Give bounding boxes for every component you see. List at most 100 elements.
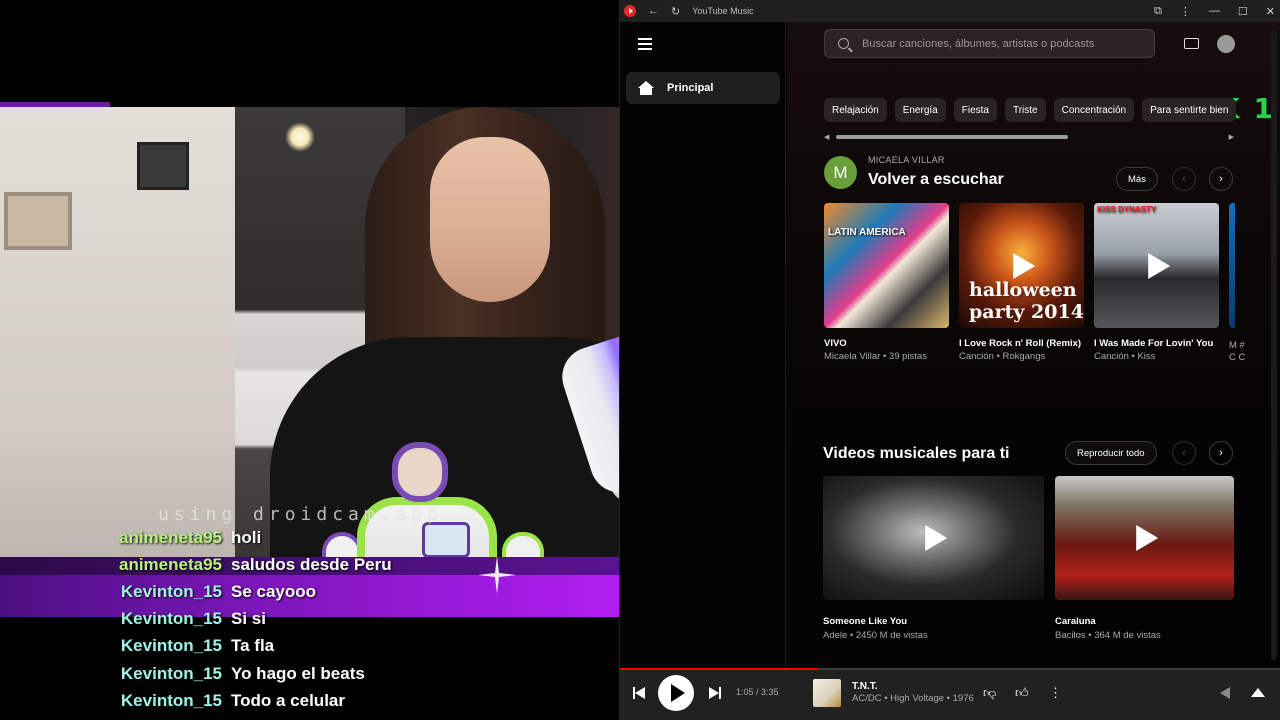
chat-text: saludos desde Peru (231, 554, 392, 574)
more-button[interactable]: Más (1116, 167, 1158, 191)
chip-relajacion[interactable]: Relajación (824, 98, 887, 122)
chat-message: Kevinton_15 Ta fla (0, 633, 620, 660)
play-icon[interactable] (1147, 252, 1170, 279)
video-thumbnail[interactable] (1055, 476, 1234, 600)
stream-chat: animeneta95 holi animeneta95 saludos des… (0, 524, 620, 714)
section-title[interactable]: Videos musicales para ti (823, 445, 1009, 463)
volume-icon[interactable] (1220, 687, 1230, 699)
back-arrow-icon[interactable]: ← (648, 5, 659, 17)
close-icon[interactable]: ✕ (1266, 5, 1275, 18)
chip-fiesta[interactable]: Fiesta (953, 98, 997, 122)
reload-icon[interactable]: ↻ (671, 5, 680, 18)
song-card[interactable]: halloween party 2014 I Love Rock n' Roll… (959, 203, 1084, 362)
chat-message: animeneta95 holi (0, 524, 620, 551)
search-icon (838, 38, 849, 49)
chevron-right-icon[interactable]: › (1209, 441, 1233, 465)
chip-concentracion[interactable]: Concentración (1053, 98, 1135, 122)
sidebar-item-principal[interactable]: Principal (626, 72, 780, 104)
play-icon[interactable] (924, 525, 947, 551)
album-card[interactable]: LATIN AMERICA VIVO Micaela Villar • 39 p… (824, 203, 949, 362)
section-title[interactable]: Volver a escuchar (868, 171, 1004, 189)
play-button[interactable] (658, 675, 694, 711)
chat-text: Yo hago el beats (231, 663, 365, 683)
search-bar[interactable]: Buscar canciones, álbumes, artistas o po… (824, 29, 1155, 58)
video-title[interactable]: Caraluna (1055, 616, 1234, 627)
dislike-icon[interactable]: 👎︎ (983, 685, 996, 701)
album-thumbnail[interactable]: LATIN AMERICA (824, 203, 949, 328)
chips-scrollbar[interactable]: ◀ ▶ (824, 132, 1234, 141)
chip-para-sentirte-bien[interactable]: Para sentirte bien (1142, 98, 1237, 122)
card-title[interactable]: VIVO (824, 338, 949, 349)
maximize-icon[interactable]: ☐ (1238, 5, 1248, 18)
like-icon[interactable]: 👍︎ (1015, 685, 1029, 701)
video-thumbnail[interactable] (823, 476, 1044, 600)
progress-bar[interactable] (620, 668, 1280, 670)
main-content: Buscar canciones, álbumes, artistas o po… (787, 22, 1280, 668)
song-card[interactable]: KISS DYNASTY I Was Made For Lovin' You C… (1094, 203, 1219, 362)
card-title[interactable]: I Was Made For Lovin' You (1094, 338, 1219, 349)
chat-text: Todo a celular (231, 690, 345, 710)
more-vert-icon[interactable]: ⋮ (1180, 5, 1191, 18)
partial-card-title: M # (1229, 340, 1245, 351)
wall-sign (137, 142, 189, 190)
chat-message: Kevinton_15 Si si (0, 606, 620, 633)
chip-energia[interactable]: Energía (894, 98, 946, 122)
card-title[interactable]: I Love Rock n' Roll (Remix) (959, 338, 1084, 349)
chat-username: animeneta95 (119, 527, 222, 547)
window-titlebar: ← ↻ YouTube Music ⧉ ⋮ — ☐ ✕ (620, 0, 1280, 22)
chat-username: Kevinton_15 (120, 609, 222, 629)
minimize-icon[interactable]: — (1209, 5, 1220, 17)
scrollbar-thumb[interactable] (836, 135, 1068, 139)
chevron-left-icon[interactable]: ‹ (1172, 167, 1196, 191)
extensions-icon[interactable]: ⧉ (1154, 5, 1162, 18)
track-title[interactable]: T.N.T. (852, 681, 878, 692)
partial-thumbnail[interactable] (1229, 203, 1235, 328)
video-subtitle: Bacilos • 364 M de vistas (1055, 630, 1161, 641)
home-icon (638, 81, 654, 95)
scroll-right-icon[interactable]: ▶ (1229, 133, 1234, 141)
song-thumbnail[interactable]: KISS DYNASTY (1094, 203, 1219, 328)
play-icon[interactable] (1135, 525, 1158, 551)
chat-username: Kevinton_15 (120, 663, 222, 683)
chip-triste[interactable]: Triste (1004, 98, 1046, 122)
previous-track-icon[interactable] (633, 687, 645, 699)
cast-icon[interactable] (1184, 38, 1199, 49)
webcam-watermark: using droidcam.app (158, 504, 444, 525)
video-card[interactable]: Caraluna Bacilos • 364 M de vistas (1055, 476, 1234, 641)
video-title[interactable]: Someone Like You (823, 616, 1044, 627)
chat-text: holi (231, 527, 262, 547)
card-subtitle: Micaela Villar • 39 pistas (824, 351, 927, 362)
chat-text: Si si (231, 609, 266, 629)
toy-head (392, 442, 448, 502)
youtube-music-window: ← ↻ YouTube Music ⧉ ⋮ — ☐ ✕ Principal Bu… (619, 0, 1280, 720)
chat-message: Kevinton_15 Yo hago el beats (0, 660, 620, 687)
track-thumbnail[interactable] (813, 679, 841, 707)
streamer-face (430, 137, 550, 302)
chevron-right-icon[interactable]: › (1209, 167, 1233, 191)
time-display: 1:05 / 3:35 (736, 687, 779, 697)
mood-chips: Relajación Energía Fiesta Triste Concent… (824, 98, 1237, 122)
window-title: YouTube Music (692, 6, 754, 16)
scroll-left-icon[interactable]: ◀ (824, 133, 829, 141)
video-subtitle: Adele • 2450 M de vistas (823, 630, 928, 641)
play-icon[interactable] (1012, 252, 1035, 279)
expand-player-icon[interactable] (1251, 688, 1265, 697)
video-card[interactable]: Someone Like You Adele • 2450 M de vista… (823, 476, 1044, 641)
page-scrollbar[interactable] (1271, 30, 1277, 660)
window-controls: ⧉ ⋮ — ☐ ✕ (1154, 0, 1275, 22)
chat-username: Kevinton_15 (120, 636, 222, 656)
youtube-music-logo-icon (624, 5, 636, 17)
section-kicker: MICAELA VILLAR (868, 155, 945, 165)
chat-text: Ta fla (231, 636, 275, 656)
track-subtitle[interactable]: AC/DC • High Voltage • 1976 (852, 693, 974, 704)
profile-avatar[interactable]: M (824, 156, 857, 189)
menu-icon[interactable] (638, 38, 652, 50)
partial-card[interactable] (1229, 203, 1235, 328)
next-track-icon[interactable] (709, 687, 721, 699)
avatar[interactable] (1217, 35, 1235, 53)
song-thumbnail[interactable]: halloween party 2014 (959, 203, 1084, 328)
chevron-left-icon[interactable]: ‹ (1172, 441, 1196, 465)
search-input[interactable]: Buscar canciones, álbumes, artistas o po… (862, 38, 1094, 50)
more-vert-icon[interactable]: ⋮ (1049, 685, 1062, 701)
play-all-button[interactable]: Reproducir todo (1065, 441, 1157, 465)
